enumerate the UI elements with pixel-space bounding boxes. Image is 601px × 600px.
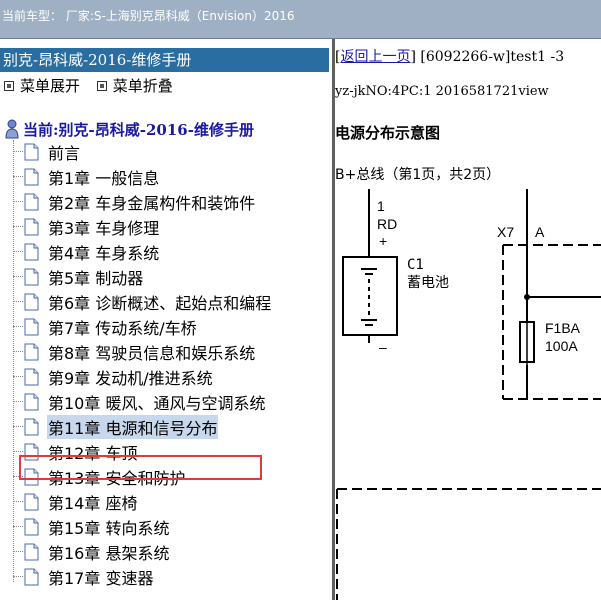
collapse-icon <box>96 80 107 91</box>
chapter-label: 第9章 发动机/推进系统 <box>48 368 213 388</box>
tree-branch <box>13 276 23 277</box>
document-icon <box>24 193 39 210</box>
document-icon <box>24 343 39 360</box>
nav-line: [返回上一页] [6092266-w]test1 -3 <box>335 49 565 65</box>
tree-branch <box>13 326 23 327</box>
tree-branch <box>13 301 23 302</box>
chapter-item[interactable]: 第6章 诊断概述、起始点和编程 <box>13 289 272 314</box>
battery-ref: C1 <box>407 257 424 273</box>
doc-ref: [6092266-w]test1 -3 <box>420 49 565 65</box>
chapter-item[interactable]: 第10章 暖风、通风与空调系统 <box>13 389 266 414</box>
chapter-label: 第15章 转向系统 <box>48 518 170 538</box>
tree-branch <box>13 451 23 452</box>
document-icon <box>24 218 39 235</box>
chapter-item[interactable]: 第9章 发动机/推进系统 <box>13 364 214 389</box>
document-icon <box>24 168 39 185</box>
chapter-item[interactable]: 第3章 车身修理 <box>13 214 160 239</box>
chapter-label: 第11章 电源和信号分布 <box>47 414 219 439</box>
document-icon <box>24 568 39 585</box>
chapter-item[interactable]: 第15章 转向系统 <box>13 514 170 539</box>
document-icon <box>24 418 39 435</box>
document-icon <box>24 393 39 410</box>
document-icon <box>24 143 39 160</box>
current-manual-label: 当前:别克-昂科威-2016-维修手册 <box>23 120 254 139</box>
chapter-label: 第7章 传动系统/车桥 <box>48 318 197 338</box>
chapter-label: 第1章 一般信息 <box>48 168 160 188</box>
chapter-item[interactable]: 第17章 变速器 <box>13 564 154 589</box>
content-pane: [返回上一页] [6092266-w]test1 -3 yz-jkNO:4PC:… <box>335 39 601 600</box>
chapter-item[interactable]: 第2章 车身金属构件和装饰件 <box>13 189 256 214</box>
chapter-label: 第5章 制动器 <box>48 268 144 288</box>
pin-label: A <box>535 224 545 240</box>
chapter-item[interactable]: 第4章 车身系统 <box>13 239 160 264</box>
document-icon <box>24 268 39 285</box>
chapter-item[interactable]: 第14章 座椅 <box>13 489 138 514</box>
battery-plus: + <box>379 233 387 249</box>
wire-color: RD <box>377 216 397 232</box>
expand-menu-button[interactable]: 菜单展开 <box>4 75 80 96</box>
back-link[interactable]: 返回上一页 <box>340 49 410 65</box>
chapter-item[interactable]: 第1章 一般信息 <box>13 164 160 189</box>
document-icon <box>24 293 39 310</box>
document-icon <box>24 518 39 535</box>
chapter-label: 前言 <box>48 143 81 163</box>
tree-branch <box>13 526 23 527</box>
document-icon <box>24 318 39 335</box>
chapter-item[interactable]: 第5章 制动器 <box>13 264 144 289</box>
top-bar: 当前车型： 厂家:S-上海别克昂科威（Envision）2016 <box>0 0 601 39</box>
tree-branch <box>13 201 23 202</box>
chapter-item[interactable]: 第16章 悬架系统 <box>13 539 170 564</box>
chapter-label: 第6章 诊断概述、起始点和编程 <box>48 293 272 313</box>
tree-branch <box>13 551 23 552</box>
selection-highlight <box>19 455 262 480</box>
collapse-menu-label: 菜单折叠 <box>112 77 173 95</box>
chapter-item[interactable]: 第7章 传动系统/车桥 <box>13 314 198 339</box>
tree-branch <box>13 251 23 252</box>
fuse-name: F1BA <box>545 320 581 336</box>
document-icon <box>24 368 39 385</box>
doc-id: yz-jkNO:4PC:1 2016581721view <box>335 84 549 99</box>
expand-menu-label: 菜单展开 <box>20 77 81 95</box>
chapter-label: 第2章 车身金属构件和装饰件 <box>48 193 256 213</box>
sidebar: 别克-昂科威-2016-维修手册 菜单展开 菜单折叠 当前:别克-昂科威-201… <box>0 39 332 600</box>
chapter-label: 第16章 悬架系统 <box>48 543 170 563</box>
tree-branch <box>13 501 23 502</box>
battery-name: 蓄电池 <box>407 275 449 291</box>
chapter-label: 第3章 车身修理 <box>48 218 160 238</box>
tree-branch <box>13 426 23 427</box>
tree-branch <box>13 176 23 177</box>
battery-minus: – <box>379 339 387 355</box>
chapter-label: 第8章 驾驶员信息和娱乐系统 <box>48 343 256 363</box>
tree-branch <box>13 351 23 352</box>
chapter-label: 第4章 车身系统 <box>48 243 160 263</box>
manual-title[interactable]: 别克-昂科威-2016-维修手册 <box>0 48 329 72</box>
menu-toolbar: 菜单展开 菜单折叠 <box>4 75 185 95</box>
document-icon <box>24 243 39 260</box>
chapter-label: 第10章 暖风、通风与空调系统 <box>48 393 266 413</box>
collapse-menu-button[interactable]: 菜单折叠 <box>96 75 173 96</box>
wire-number: 1 <box>377 198 385 214</box>
chapter-label: 第14章 座椅 <box>48 493 138 513</box>
current-manual[interactable]: 当前:别克-昂科威-2016-维修手册 <box>4 118 254 140</box>
user-icon <box>5 119 19 139</box>
bus-caption: B+总线（第1页，共2页） <box>335 167 501 183</box>
expand-icon <box>4 80 14 91</box>
tree-branch <box>13 226 23 227</box>
tree-branch <box>13 401 23 402</box>
chapter-item[interactable]: 前言 <box>13 139 81 164</box>
tree-branch <box>13 576 23 577</box>
chapter-item[interactable]: 第11章 电源和信号分布 <box>13 414 219 439</box>
chapter-label: 第17章 变速器 <box>48 568 154 588</box>
tree-branch <box>13 376 23 377</box>
chapter-item[interactable]: 第8章 驾驶员信息和娱乐系统 <box>13 339 256 364</box>
connector-label: X7 <box>497 224 514 240</box>
vehicle-info: 当前车型： 厂家:S-上海别克昂科威（Envision）2016 <box>2 9 295 23</box>
tree-branch <box>13 151 23 152</box>
fuse-rating: 100A <box>545 338 578 354</box>
diagram-title: 电源分布示意图 <box>335 124 441 142</box>
wiring-diagram: 1 RD + – C1 蓄电池 X7 A F1BA 100A <box>336 189 601 600</box>
document-icon <box>24 543 39 560</box>
battery-symbol <box>361 268 377 326</box>
document-icon <box>24 493 39 510</box>
